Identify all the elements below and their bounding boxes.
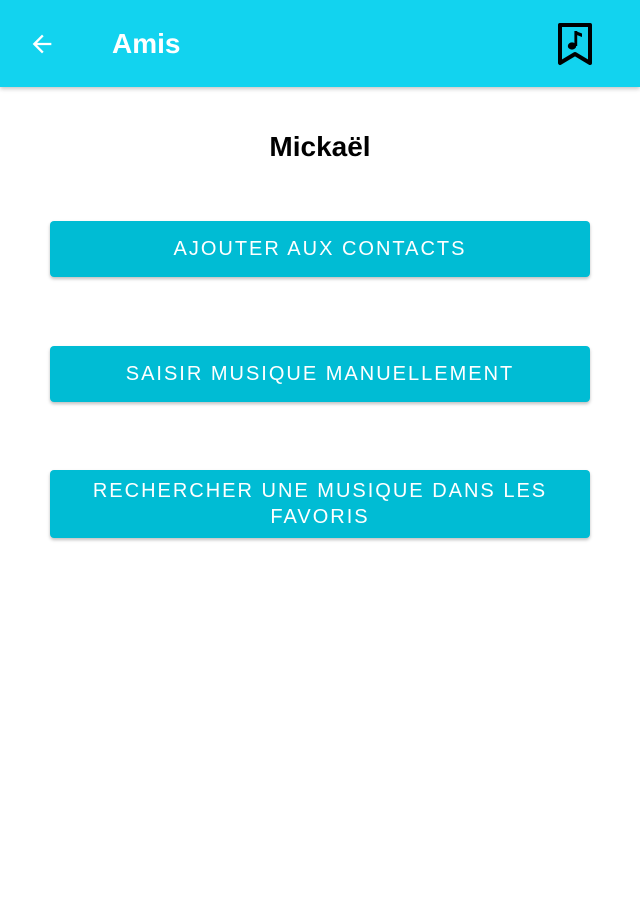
back-button[interactable] <box>20 22 64 66</box>
app-bar: Amis <box>0 0 640 87</box>
app-title: Amis <box>112 28 181 59</box>
music-bookmark-button[interactable] <box>550 18 600 70</box>
add-to-contacts-button[interactable]: AJOUTER AUX CONTACTS <box>50 221 590 277</box>
search-music-in-favorites-button[interactable]: RECHERCHER UNE MUSIQUE DANS LES FAVORIS <box>50 470 590 538</box>
music-bookmark-icon <box>558 23 592 65</box>
arrow-back-icon <box>32 34 52 54</box>
friend-detail-screen: Amis Mickaël AJOUTER AUX CONTACTS SAISIR… <box>0 0 640 923</box>
enter-music-manually-button[interactable]: SAISIR MUSIQUE MANUELLEMENT <box>50 346 590 402</box>
friend-name: Mickaël <box>269 131 371 162</box>
